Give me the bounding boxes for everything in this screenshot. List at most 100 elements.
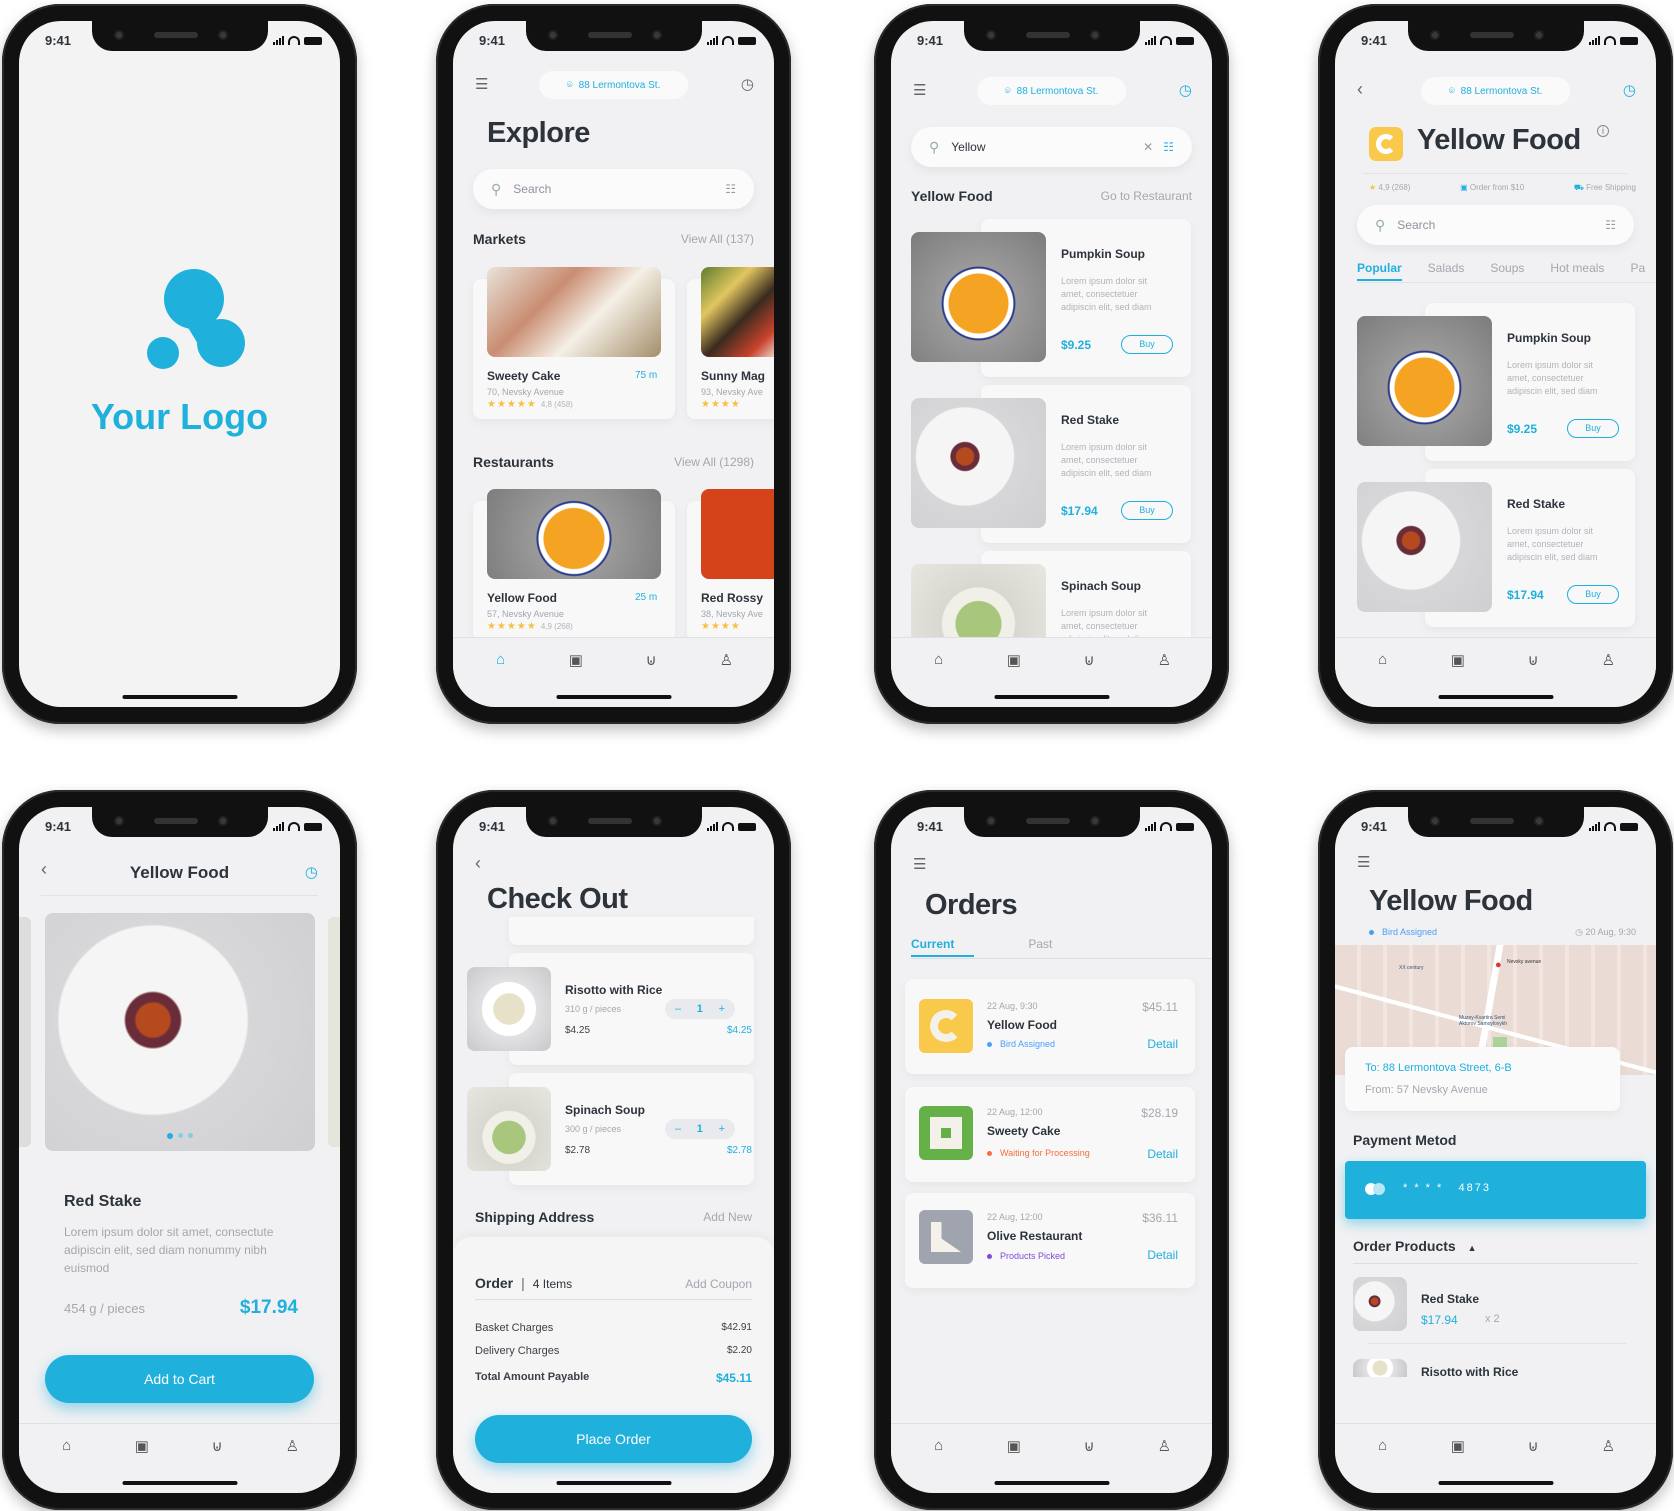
caret-up-icon[interactable]: ▲ bbox=[1468, 1243, 1477, 1253]
basket-icon[interactable]: ⊍ bbox=[202, 1437, 232, 1455]
minus-icon[interactable]: – bbox=[675, 1123, 681, 1135]
add-coupon-link[interactable]: Add Coupon bbox=[685, 1277, 752, 1291]
plus-icon[interactable]: + bbox=[719, 1123, 725, 1135]
carousel-dots[interactable] bbox=[19, 1133, 340, 1139]
filter-icon[interactable]: ☷ bbox=[1163, 140, 1174, 154]
location-pill[interactable]: ⌾ 88 Lermontova St. bbox=[976, 77, 1127, 105]
tab-hot-meals[interactable]: Hot meals bbox=[1550, 261, 1604, 281]
menu-icon[interactable]: ☰ bbox=[475, 75, 488, 93]
clock-icon[interactable]: ◷ bbox=[1179, 81, 1192, 99]
home-icon[interactable]: ⌂ bbox=[924, 651, 954, 668]
home-icon[interactable]: ⌂ bbox=[52, 1437, 82, 1454]
info-icon[interactable]: i bbox=[1597, 125, 1609, 137]
user-icon[interactable]: ♙ bbox=[1593, 1437, 1623, 1455]
quantity-stepper[interactable]: – 1 + bbox=[665, 1119, 735, 1139]
carousel-dot-active[interactable] bbox=[166, 1133, 173, 1139]
clock-icon[interactable]: ◷ bbox=[741, 75, 754, 93]
carousel-dot[interactable] bbox=[187, 1133, 193, 1138]
markets-view-all[interactable]: View All (137) bbox=[681, 232, 754, 246]
tab-bar: ⌂ ▣ ⊍ ♙ bbox=[891, 637, 1212, 681]
cart-item-weight: 310 g / pieces bbox=[565, 1004, 622, 1014]
home-icon[interactable]: ⌂ bbox=[924, 1437, 954, 1454]
tracking-status: Bird Assigned bbox=[1369, 927, 1437, 937]
back-icon[interactable]: ‹ bbox=[1357, 79, 1363, 100]
search-input[interactable]: ⚲ Search ☷ bbox=[1357, 205, 1634, 245]
home-indicator bbox=[1438, 695, 1553, 699]
bag-check-icon[interactable]: ▣ bbox=[999, 651, 1029, 669]
user-icon[interactable]: ♙ bbox=[711, 651, 741, 669]
home-icon[interactable]: ⌂ bbox=[1368, 651, 1398, 668]
order-detail-link[interactable]: Detail bbox=[1147, 1248, 1178, 1262]
carousel-dot[interactable] bbox=[177, 1133, 183, 1138]
user-icon[interactable]: ♙ bbox=[1593, 651, 1623, 669]
tab-more[interactable]: Pa bbox=[1630, 261, 1645, 281]
clock-icon[interactable]: ◷ bbox=[1623, 81, 1636, 99]
user-icon[interactable]: ♙ bbox=[1149, 651, 1179, 669]
plus-icon[interactable]: + bbox=[719, 1003, 725, 1015]
basket-icon[interactable]: ⊍ bbox=[1518, 651, 1548, 669]
home-icon[interactable]: ⌂ bbox=[1368, 1437, 1398, 1454]
tab-popular[interactable]: Popular bbox=[1357, 261, 1402, 281]
menu-item-desc: Lorem ipsum dolor sit amet, consectetuer… bbox=[1507, 360, 1598, 396]
product-image[interactable] bbox=[45, 913, 315, 1151]
location-pin-icon: ⌾ bbox=[1004, 85, 1011, 97]
restaurants-view-all[interactable]: View All (1298) bbox=[674, 455, 754, 469]
add-to-cart-button[interactable]: Add to Cart bbox=[45, 1355, 314, 1403]
menu-icon[interactable]: ☰ bbox=[913, 81, 926, 99]
tab-past[interactable]: Past bbox=[1028, 937, 1052, 957]
payment-card[interactable]: * * * * 4873 bbox=[1345, 1161, 1646, 1219]
buy-button[interactable]: Buy bbox=[1121, 335, 1173, 354]
home-icon[interactable]: ⌂ bbox=[486, 651, 516, 668]
order-detail-link[interactable]: Detail bbox=[1147, 1037, 1178, 1051]
buy-button[interactable]: Buy bbox=[1121, 501, 1173, 520]
place-order-button[interactable]: Place Order bbox=[475, 1415, 752, 1463]
clock-icon[interactable]: ◷ bbox=[305, 863, 318, 881]
buy-button[interactable]: Buy bbox=[1567, 585, 1619, 604]
search-input[interactable]: ⚲ Yellow ✕ ☷ bbox=[911, 127, 1192, 167]
quantity-stepper[interactable]: – 1 + bbox=[665, 999, 735, 1019]
location-pill[interactable]: ⌾ 88 Lermontova St. bbox=[1420, 77, 1571, 105]
location-pill[interactable]: ⌾ 88 Lermontova St. bbox=[538, 71, 689, 99]
minus-icon[interactable]: – bbox=[675, 1003, 681, 1015]
restaurant-name: Yellow Food bbox=[487, 591, 558, 605]
basket-icon[interactable]: ⊍ bbox=[1518, 1437, 1548, 1455]
menu-icon[interactable]: ☰ bbox=[913, 855, 926, 873]
restaurant-rating: ★★★★ bbox=[701, 621, 741, 632]
bag-check-icon[interactable]: ▣ bbox=[127, 1437, 157, 1455]
go-to-restaurant-link[interactable]: Go to Restaurant bbox=[1101, 189, 1192, 203]
result-image bbox=[911, 232, 1046, 362]
basket-icon[interactable]: ⊍ bbox=[1074, 1437, 1104, 1455]
filter-icon[interactable]: ☷ bbox=[725, 182, 736, 196]
status-icons bbox=[1589, 822, 1638, 831]
order-products-header[interactable]: Order Products ▲ bbox=[1353, 1238, 1477, 1254]
tab-current[interactable]: Current bbox=[911, 937, 975, 957]
order-product-name: Red Stake bbox=[1421, 1292, 1480, 1306]
bag-check-icon[interactable]: ▣ bbox=[1443, 651, 1473, 669]
user-icon[interactable]: ♙ bbox=[1149, 1437, 1179, 1455]
search-input[interactable]: ⚲ Search ☷ bbox=[473, 169, 754, 209]
menu-icon[interactable]: ☰ bbox=[1357, 853, 1370, 871]
page-title: Yellow Food bbox=[1369, 885, 1533, 917]
phone-checkout: 9:41 ‹ Check Out Risotto with Rice 310 g… bbox=[436, 790, 791, 1510]
phone-orders: 9:41 ☰ Orders Current Past 22 Aug, 9:30 … bbox=[874, 790, 1229, 1510]
basket-icon[interactable]: ⊍ bbox=[1074, 651, 1104, 669]
home-indicator bbox=[1438, 1481, 1553, 1485]
order-detail-link[interactable]: Detail bbox=[1147, 1147, 1178, 1161]
back-icon[interactable]: ‹ bbox=[475, 853, 481, 874]
result-price: $17.94 bbox=[1061, 504, 1098, 518]
clear-icon[interactable]: ✕ bbox=[1143, 140, 1153, 154]
bag-check-icon[interactable]: ▣ bbox=[1443, 1437, 1473, 1455]
map-label: XX century bbox=[1399, 965, 1424, 971]
bag-check-icon[interactable]: ▣ bbox=[999, 1437, 1029, 1455]
add-address-link[interactable]: Add New bbox=[703, 1210, 752, 1224]
tab-soups[interactable]: Soups bbox=[1490, 261, 1524, 281]
tab-salads[interactable]: Salads bbox=[1428, 261, 1465, 281]
basket-icon[interactable]: ⊍ bbox=[636, 651, 666, 669]
status-icons bbox=[273, 36, 322, 45]
bag-check-icon[interactable]: ▣ bbox=[561, 651, 591, 669]
bag-icon: ▣ bbox=[1460, 183, 1468, 192]
user-icon[interactable]: ♙ bbox=[277, 1437, 307, 1455]
market-rating: ★★★★★ 4,8 (458) bbox=[487, 399, 573, 410]
filter-icon[interactable]: ☷ bbox=[1605, 218, 1616, 232]
buy-button[interactable]: Buy bbox=[1567, 419, 1619, 438]
